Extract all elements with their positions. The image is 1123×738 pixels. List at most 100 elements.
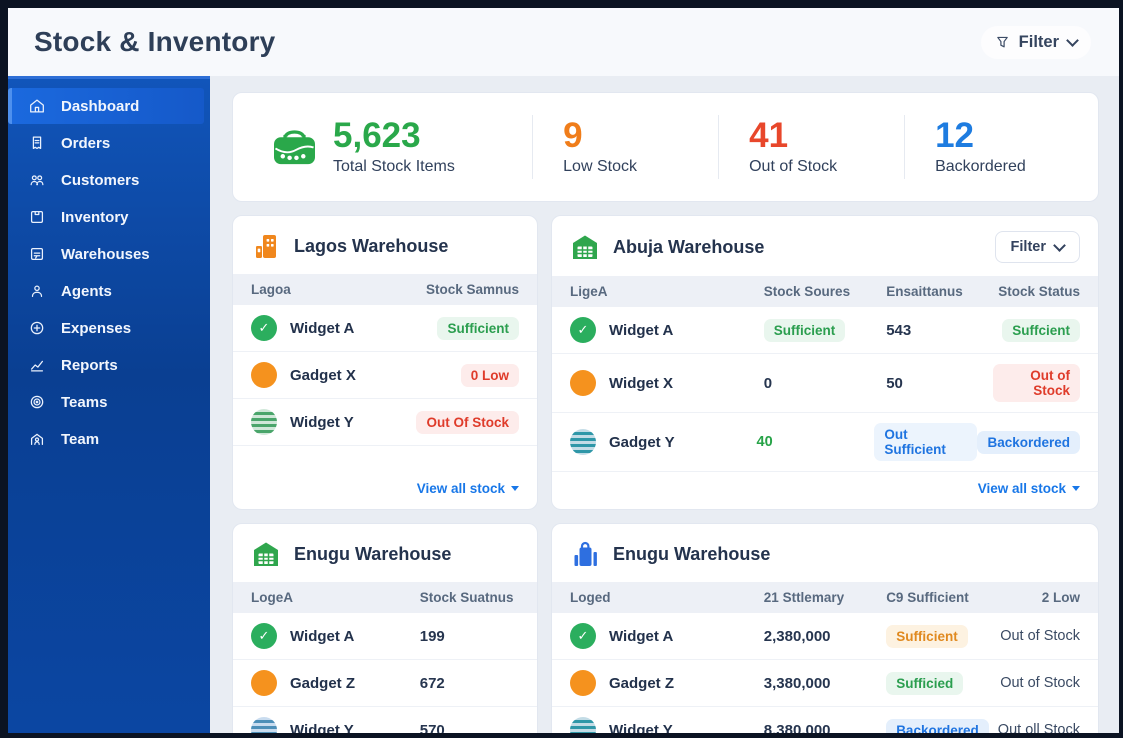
card-filter-button[interactable]: Filter bbox=[994, 231, 1080, 263]
table-row[interactable]: Gadget Y 40 Out Sufficient Backordered bbox=[552, 413, 1098, 472]
striped-sphere-icon bbox=[570, 429, 596, 455]
item-name: Widget X bbox=[609, 374, 674, 392]
item-name: Gadget X bbox=[290, 366, 356, 384]
orange-dot-icon bbox=[570, 670, 596, 696]
stat-backordered: 12 Backordered bbox=[904, 115, 1090, 179]
table-row[interactable]: Widget X 0 50 Out of Stock bbox=[552, 354, 1098, 413]
view-all-stock-link[interactable]: View all stock bbox=[417, 481, 519, 496]
warehouse-card-lagos: Lagos Warehouse Lagoa Stock Samnus ✓ Widg… bbox=[232, 215, 538, 510]
column-header: Stock Samnus bbox=[425, 282, 519, 297]
status-badge: Out Of Stock bbox=[416, 410, 519, 434]
item-name: Widget Y bbox=[290, 721, 354, 734]
stock-count: 0 bbox=[763, 374, 773, 392]
orders-icon bbox=[28, 134, 46, 152]
header-filter-label: Filter bbox=[1018, 32, 1059, 51]
inventory-icon bbox=[28, 208, 46, 226]
check-circle-icon: ✓ bbox=[570, 317, 596, 343]
stock-count: 40 bbox=[756, 434, 773, 450]
item-name: Widget A bbox=[609, 321, 674, 339]
stock-basket-icon bbox=[271, 127, 318, 168]
sidebar-item-dashboard[interactable]: Dashboard bbox=[8, 88, 204, 124]
table-row[interactable]: ✓ Widget A 199 bbox=[233, 613, 537, 660]
sidebar-item-team[interactable]: Team bbox=[8, 421, 204, 457]
view-all-label: View all stock bbox=[977, 481, 1066, 496]
sidebar-item-reports[interactable]: Reports bbox=[8, 347, 204, 383]
header-filter-button[interactable]: Filter bbox=[980, 25, 1091, 59]
warehouse-title: Abuja Warehouse bbox=[613, 236, 765, 257]
table-row[interactable]: ✓ Widget A 2,380,000 Sufficient Out of St… bbox=[552, 613, 1098, 660]
stock-count: 50 bbox=[886, 374, 903, 392]
app-window: Stock & Inventory Filter Dashboard Order… bbox=[8, 8, 1119, 733]
stat-label: Out of Stock bbox=[749, 157, 838, 175]
sidebar-item-label: Dashboard bbox=[61, 97, 140, 115]
orange-dot-icon bbox=[570, 370, 596, 396]
warehouse-title: Lagos Warehouse bbox=[294, 235, 449, 256]
status-badge: Sufficied bbox=[886, 671, 964, 695]
building-blue-icon bbox=[570, 539, 600, 569]
warehouse-card-abuja: Abuja Warehouse Filter LigeA Stock Soure… bbox=[551, 215, 1099, 510]
striped-sphere-icon bbox=[251, 717, 277, 733]
sidebar-item-expenses[interactable]: Expenses bbox=[8, 310, 204, 346]
table-row[interactable]: Gadget X 0 Low bbox=[233, 352, 537, 399]
caret-down-icon bbox=[511, 486, 519, 491]
table-row[interactable]: ✓ Widget A Sufficient bbox=[233, 305, 537, 352]
stock-count: 8,380,000 bbox=[763, 721, 831, 734]
stat-label: Low Stock bbox=[563, 157, 637, 175]
column-header: Stock Soures bbox=[763, 284, 851, 299]
status-badge: Backordered bbox=[886, 718, 989, 733]
table-row[interactable]: Gadget Z 3,380,000 Sufficied Out of Stoc… bbox=[552, 660, 1098, 707]
chevron-down-icon bbox=[1053, 238, 1066, 252]
striped-sphere-icon bbox=[251, 409, 277, 435]
team-icon bbox=[28, 430, 46, 448]
view-all-stock-link[interactable]: View all stock bbox=[978, 481, 1080, 496]
item-name: Gadget Z bbox=[290, 674, 356, 692]
warehouse-green-icon bbox=[251, 539, 281, 569]
sidebar-item-label: Customers bbox=[61, 171, 140, 189]
check-circle-icon: ✓ bbox=[570, 623, 596, 649]
warehouse-cards-grid: Lagos Warehouse Lagoa Stock Samnus ✓ Widg… bbox=[232, 215, 1099, 733]
funnel-icon bbox=[995, 35, 1010, 50]
status-badge: Out Sufficient bbox=[874, 423, 978, 461]
column-header: C9 Sufficient bbox=[886, 590, 969, 605]
table-row[interactable]: Widget Y 8,380,000 Backordered Out oll S… bbox=[552, 707, 1098, 733]
stat-label: Total Stock Items bbox=[333, 157, 455, 175]
table-row[interactable]: ✓ Widget A Sufficient 543 Suffcient bbox=[552, 307, 1098, 354]
sidebar-item-teams[interactable]: Teams bbox=[8, 384, 204, 420]
warehouses-icon bbox=[28, 245, 46, 263]
sidebar-item-inventory[interactable]: Inventory bbox=[8, 199, 204, 235]
sidebar-item-label: Inventory bbox=[61, 208, 129, 226]
sidebar-item-orders[interactable]: Orders bbox=[8, 125, 204, 161]
check-circle-icon: ✓ bbox=[251, 623, 277, 649]
sidebar-item-label: Team bbox=[61, 430, 100, 448]
sidebar-item-customers[interactable]: Customers bbox=[8, 162, 204, 198]
table-header: Loged 21 Sttlemary C9 Sufficient 2 Low bbox=[552, 582, 1098, 613]
page-title: Stock & Inventory bbox=[34, 26, 276, 57]
sidebar-item-label: Warehouses bbox=[61, 245, 150, 263]
table-row[interactable]: Widget Y Out Of Stock bbox=[233, 399, 537, 446]
sidebar-item-label: Teams bbox=[61, 393, 108, 411]
agents-icon bbox=[28, 282, 46, 300]
column-header: Lagoa bbox=[251, 282, 291, 297]
item-name: Gadget Z bbox=[609, 674, 675, 692]
status-badge: 0 Low bbox=[460, 363, 519, 387]
orange-dot-icon bbox=[251, 670, 277, 696]
status-text: Out of Stock bbox=[1000, 628, 1080, 644]
item-name: Widget Y bbox=[290, 413, 354, 431]
item-name: Gadget Y bbox=[609, 433, 675, 451]
stat-total-stock: 5,623 Total Stock Items bbox=[241, 115, 532, 179]
sidebar-item-agents[interactable]: Agents bbox=[8, 273, 204, 309]
stats-summary-card: 5,623 Total Stock Items 9 Low Stock 41 O… bbox=[232, 92, 1099, 202]
table-row[interactable]: Gadget Z 672 bbox=[233, 660, 537, 707]
warehouse-card-enugu-right: Enugu Warehouse Loged 21 Sttlemary C9 Su… bbox=[551, 523, 1099, 733]
column-header: Loged bbox=[570, 590, 611, 605]
table-header: Lagoa Stock Samnus bbox=[233, 274, 537, 305]
table-row[interactable]: Widget Y 570 bbox=[233, 707, 537, 733]
column-header: LigeA bbox=[570, 284, 608, 299]
status-text: Out oll Stock bbox=[997, 722, 1080, 733]
sidebar-item-warehouses[interactable]: Warehouses bbox=[8, 236, 204, 272]
stock-count: 672 bbox=[419, 674, 445, 692]
status-badge: Backordered bbox=[977, 430, 1080, 454]
teams-icon bbox=[28, 393, 46, 411]
top-header: Stock & Inventory Filter bbox=[8, 8, 1119, 76]
column-header: 21 Sttlemary bbox=[763, 590, 845, 605]
